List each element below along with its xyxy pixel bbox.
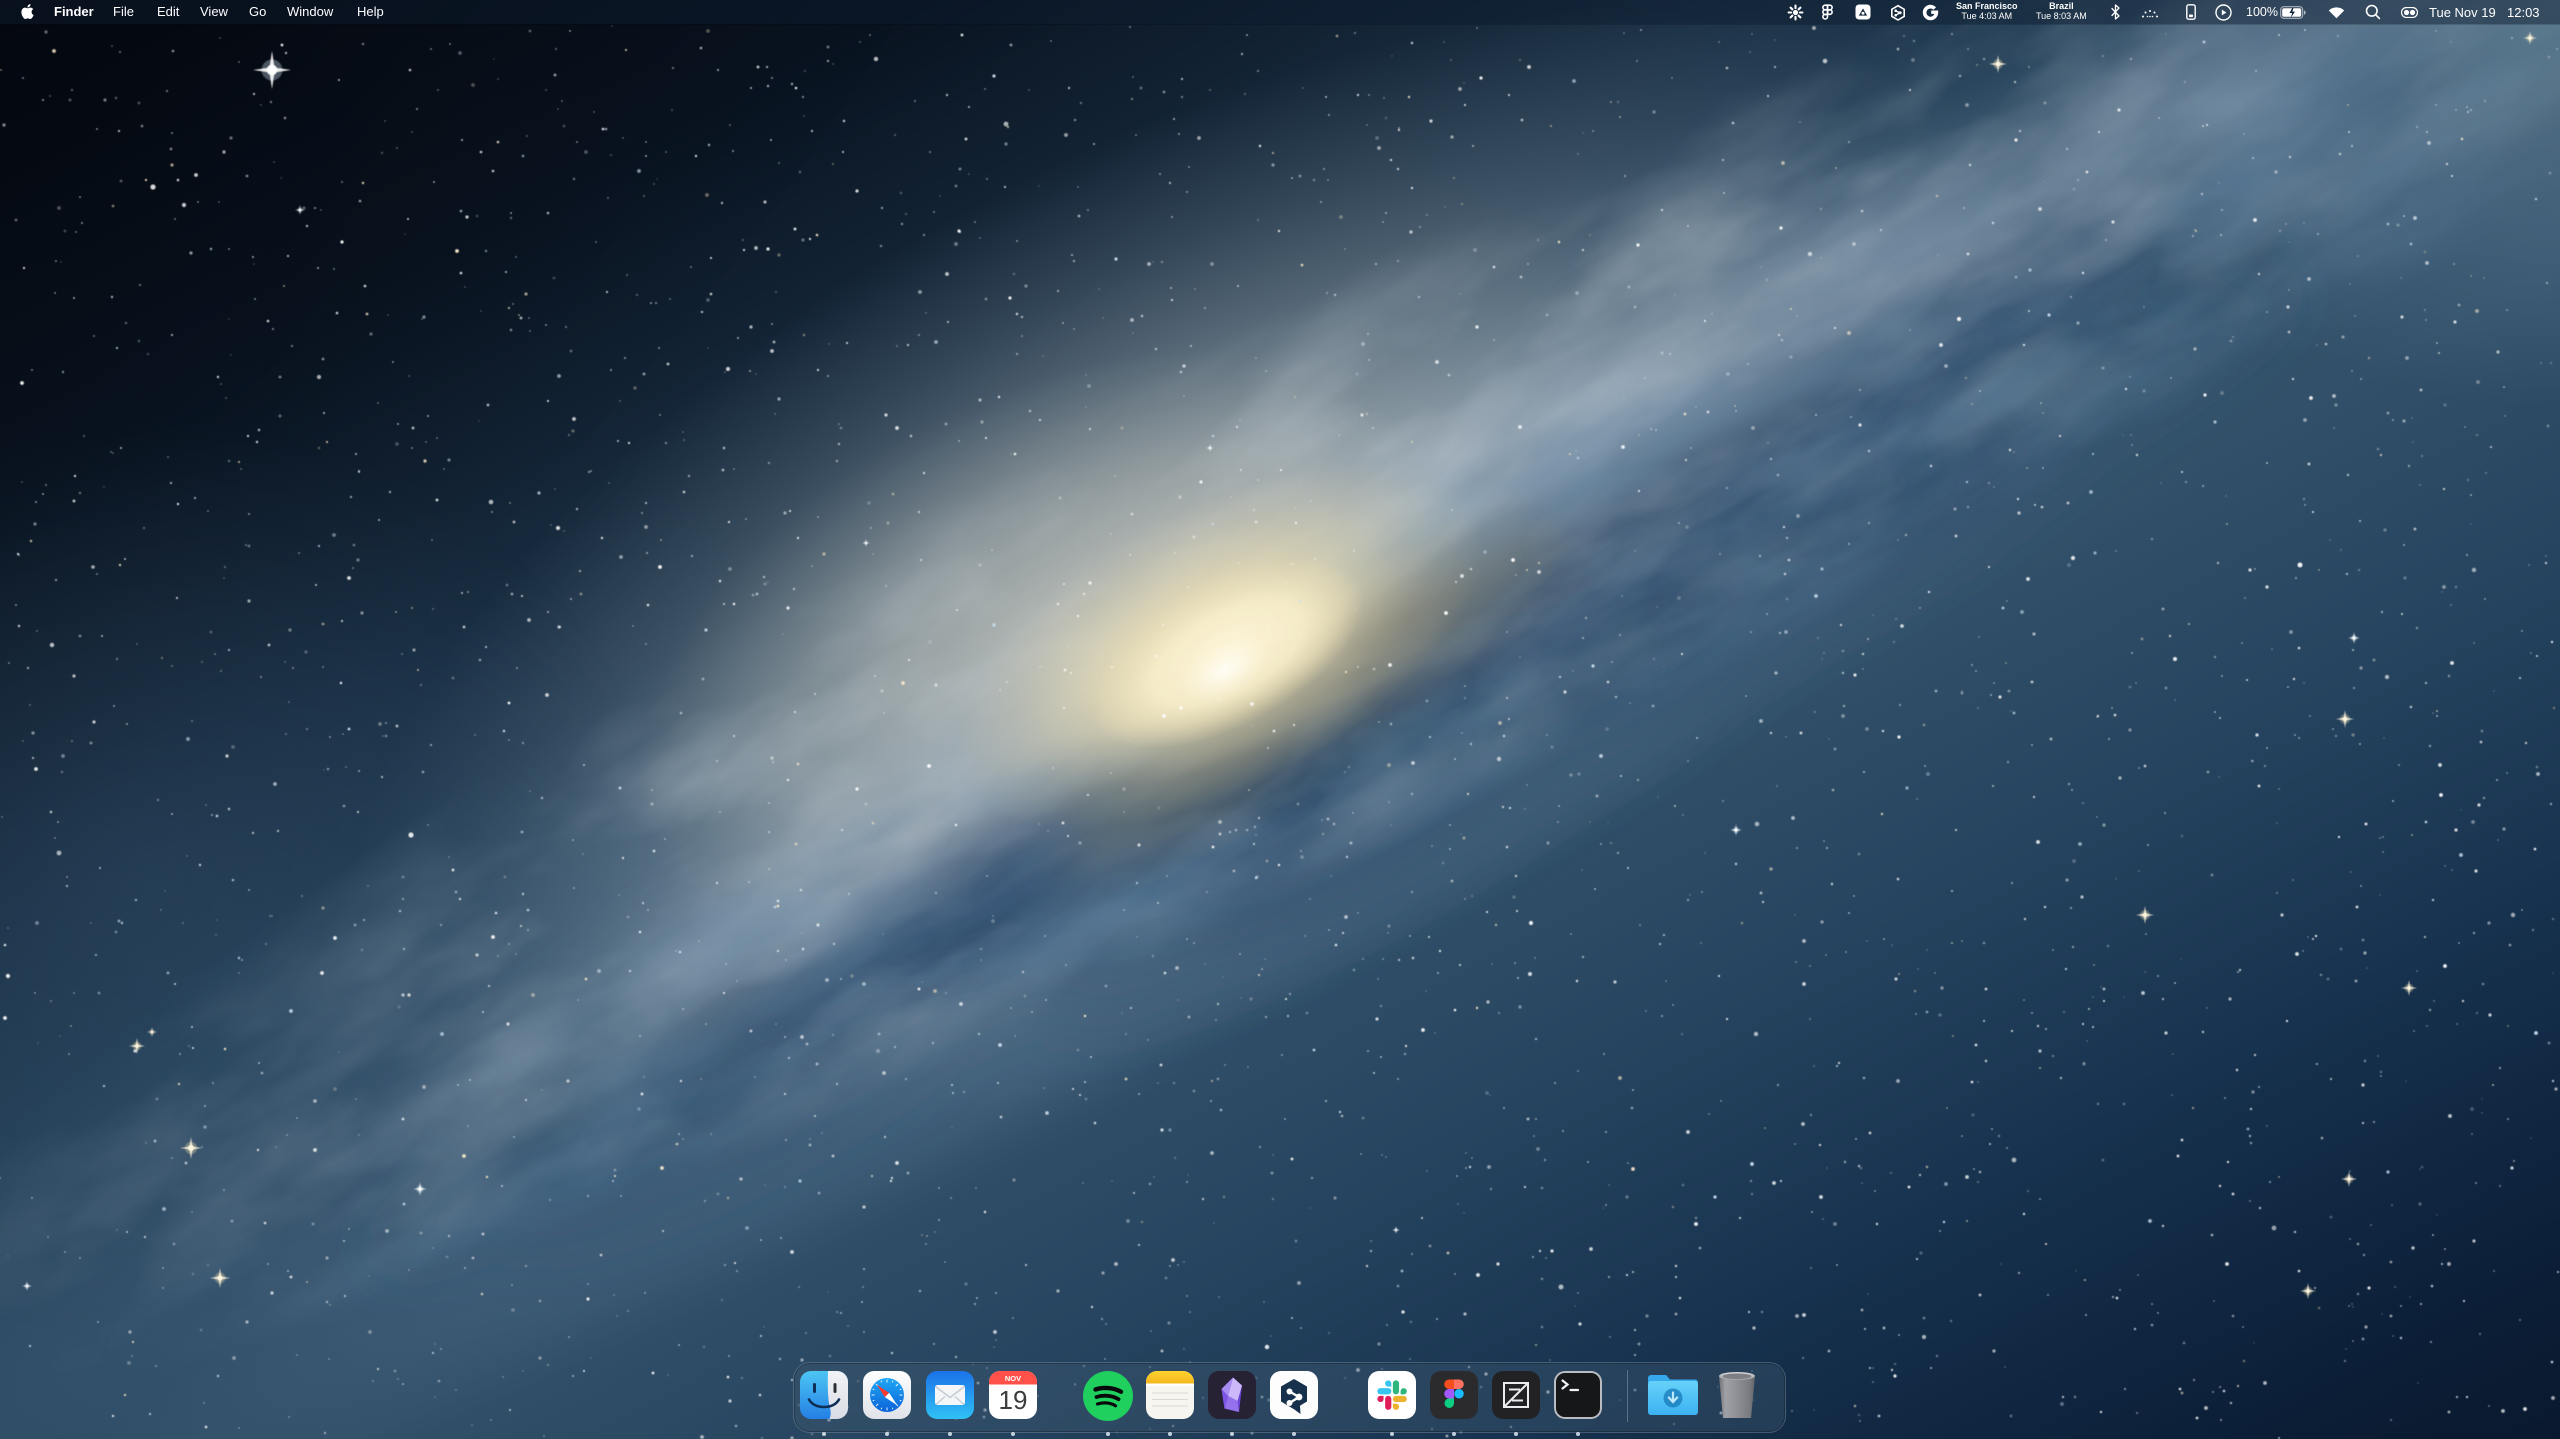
svg-text:NOV: NOV [1005,1374,1021,1383]
svg-text:19: 19 [999,1385,1028,1415]
